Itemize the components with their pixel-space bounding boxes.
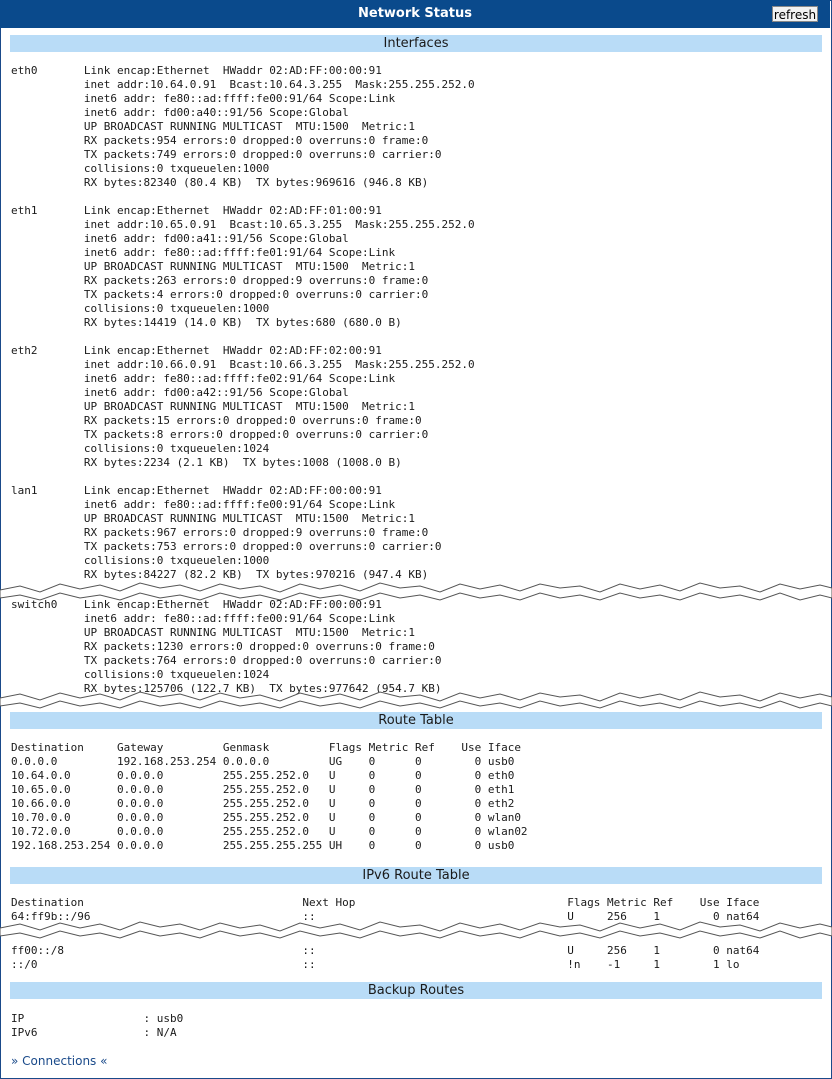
interfaces-output-part2: switch0 Link encap:Ethernet HWaddr 02:AD… [11, 598, 442, 695]
backup-routes-output: IP : usb0 IPv6 : N/A [11, 1012, 184, 1039]
route-table-header: Route Table [10, 712, 822, 729]
connections-link[interactable]: » Connections « [11, 1054, 107, 1068]
interfaces-header: Interfaces [10, 35, 822, 52]
ipv6-route-table-output-part2: ff00::/8 :: U 256 1 0 nat64 ::/0 :: !n -… [11, 944, 760, 971]
route-table-output: Destination Gateway Genmask Flags Metric… [11, 741, 528, 852]
interfaces-output-part1: eth0 Link encap:Ethernet HWaddr 02:AD:FF… [11, 64, 475, 581]
ipv6-route-table-header: IPv6 Route Table [10, 867, 822, 884]
backup-routes-header: Backup Routes [10, 982, 822, 999]
torn-edge-separator [0, 921, 832, 939]
page-title: Network Status [358, 6, 472, 21]
refresh-button[interactable]: refresh [772, 6, 818, 22]
title-bar: Network Status refresh [0, 0, 830, 28]
torn-edge-separator [0, 691, 832, 709]
